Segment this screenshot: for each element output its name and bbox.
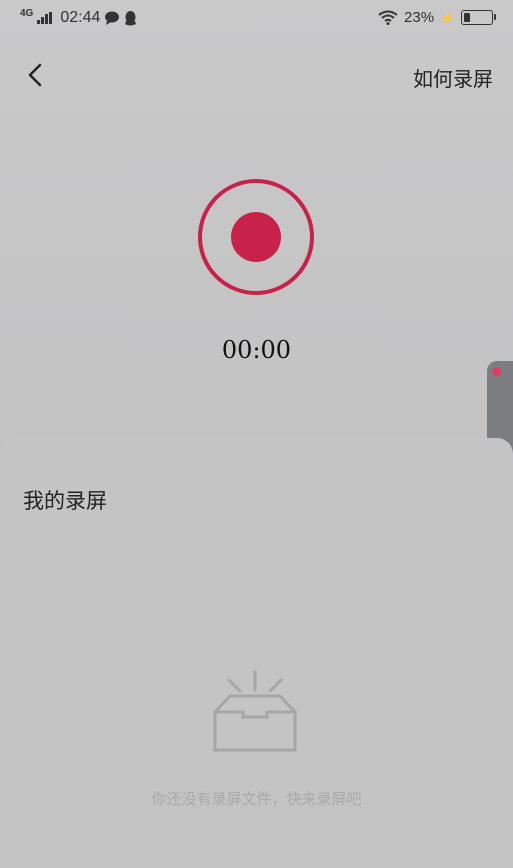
status-bar-right: 23% ⚡ <box>378 9 496 26</box>
signal-icon <box>37 12 53 24</box>
battery-icon <box>461 10 496 25</box>
recording-timer: 00:00 <box>221 336 292 364</box>
back-button[interactable] <box>18 58 52 92</box>
record-dot-icon <box>231 212 281 262</box>
status-time: 02:44 <box>60 9 101 26</box>
chat-bubble-icon <box>105 11 120 25</box>
chevron-left-icon <box>28 63 42 87</box>
network-type: 4G <box>20 8 34 19</box>
battery-level-fill <box>464 13 470 22</box>
how-to-record-link[interactable]: 如何录屏 <box>413 63 493 92</box>
top-bar: 如何录屏 <box>0 50 513 100</box>
wifi-icon <box>378 10 398 25</box>
my-recordings-panel: 我的录屏 你还没有录屏文件，快来录屏吧 <box>0 438 513 868</box>
empty-state-text: 你还没有录屏文件，快来录屏吧 <box>151 790 362 808</box>
charging-icon: ⚡ <box>440 10 455 25</box>
battery-percent: 23% <box>404 9 435 26</box>
recording-indicator-dot <box>492 367 501 376</box>
open-box-icon <box>213 670 297 752</box>
penguin-icon <box>125 10 137 25</box>
status-bar-left: 4G 02:44 <box>20 9 137 27</box>
record-button[interactable] <box>198 179 314 295</box>
panel-title: 我的录屏 <box>23 489 107 513</box>
status-bar: 4G 02:44 23% ⚡ <box>0 0 513 40</box>
